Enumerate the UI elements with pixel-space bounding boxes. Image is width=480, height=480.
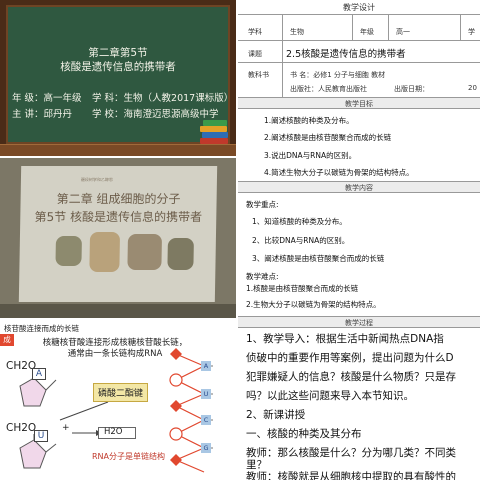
difficulty-item: 1.核酸是由核苷酸聚合而成的长链	[246, 284, 359, 293]
table-column-line	[460, 15, 461, 40]
chain-base-a: A	[201, 361, 211, 371]
key-point-item: 3、阐述核酸是由核苷酸聚合而成的长链	[252, 254, 385, 263]
textbook-label: 教科书	[248, 71, 269, 79]
key-point-item: 2、比较DNA与RNA的区别。	[252, 236, 350, 245]
goal-item: 4.简述生物大分子以碳链为骨架的结构特点。	[264, 168, 414, 177]
chalk-tray	[0, 144, 236, 156]
screen-image-3	[127, 234, 162, 270]
content-section-header: 教学内容	[238, 181, 480, 193]
process-section-header: 教学过程	[238, 316, 480, 328]
process-line: 吗？以此这些问题来导入本节知识。	[246, 390, 414, 402]
table-column-line	[352, 15, 353, 40]
screen-image-2	[89, 232, 121, 272]
table-column-line	[282, 15, 283, 97]
goal-item: 3.说出DNA与RNA的区别。	[264, 151, 357, 160]
lesson-heading: 核酸是遗传信息的携带者	[60, 61, 176, 73]
publish-date-label: 出版日期：	[394, 85, 429, 93]
grade-info: 年 级：高一年级	[12, 93, 82, 104]
books-icon	[200, 114, 230, 144]
grade-label: 年级	[360, 28, 374, 36]
screen-chapter-title: 第二章 组成细胞的分子	[56, 192, 181, 206]
publisher: 出版社：人民教育出版社	[290, 85, 367, 93]
chain-base-c: C	[201, 415, 211, 425]
key-points-title: 教学重点:	[246, 200, 279, 209]
rna-single-strand-note: RNA分子是单链结构	[92, 452, 166, 461]
chapter-heading: 第二章第5节	[88, 47, 148, 59]
teaching-design-document: 教学设计 学科 生物 年级 高一 学 课题 2.5核酸是遗传信息的携带者 教科书…	[238, 0, 480, 480]
projector-floor	[0, 304, 236, 318]
chalkboard-title-slide: 第二章第5节 核酸是遗传信息的携带者 年 级：高一年级 学 科：生物（人教201…	[0, 0, 236, 156]
screen-image-4	[167, 238, 194, 270]
row-divider	[238, 40, 480, 41]
process-line: 1、教学导入：根据生活中新闻热点DNA指	[246, 333, 444, 345]
chain-base-g: G	[201, 443, 211, 453]
chalkboard-title: 第二章第5节 核酸是遗传信息的携带者	[0, 46, 236, 74]
chain-base-u: U	[201, 389, 211, 399]
projection-screen: 疆段树学和乙醇思 第二章 组成细胞的分子 第5节 核酸是遗传信息的携带者	[18, 166, 218, 302]
process-line: 犯罪嫌疑人的信息？核酸是什么物质？只是存	[246, 371, 456, 383]
screen-section-title: 第5节 核酸是遗传信息的携带者	[34, 210, 203, 224]
process-line: 一、核酸的种类及其分布	[246, 428, 362, 440]
subject-info: 学 科：生物（人教2017课标版）	[92, 93, 234, 104]
projector-photo: 疆段树学和乙醇思 第二章 组成细胞的分子 第5节 核酸是遗传信息的携带者	[0, 158, 236, 318]
water-label: H2O	[104, 427, 123, 437]
difficulty-item: 2.生物大分子以碳链为骨架的结构特点。	[246, 300, 381, 309]
adenine-base-tag: A	[32, 368, 46, 380]
key-point-item: 1、知道核酸的种类及分布。	[252, 217, 347, 226]
screen-image-1	[55, 236, 82, 266]
uracil-base-tag: U	[34, 430, 48, 442]
goal-item: 2.阐述核酸是由核苷酸聚合而成的长链	[264, 133, 392, 142]
subject-label: 学科	[248, 28, 262, 36]
ch2oh-label-bottom: CH2O	[6, 422, 37, 434]
table-column-line	[388, 15, 389, 40]
process-line: 2、新课讲授	[246, 409, 306, 421]
subject-value: 生物	[290, 28, 304, 36]
rna-structure-slide: 核苷酸连接而成的长链 成 核糖核苷酸连接形成核糖核苷酸长链， 通常由一条长链构成…	[0, 320, 236, 480]
goal-item: 1.阐述核酸的种类及分布。	[264, 116, 354, 125]
screen-small-label: 疆段树学和乙醇思	[80, 177, 113, 182]
grade-value: 高一	[396, 28, 410, 36]
difficulty-title: 教学难点:	[246, 272, 279, 281]
plus-sign: +	[62, 423, 70, 433]
document-title: 教学设计	[238, 0, 480, 15]
process-line: 教师：那么核酸是什么？分为哪几类？不同类	[246, 447, 456, 459]
process-line: 教师：核酸就是从细胞核中提取的具有酸性的	[246, 471, 456, 480]
teacher-info: 主 讲：邱丹丹	[12, 109, 73, 120]
goals-section-header: 教学目标	[238, 97, 480, 109]
chalkboard-surface	[6, 5, 230, 144]
lesson-label: 课题	[248, 50, 262, 58]
publish-date-value: 20	[468, 84, 477, 92]
process-line: 侦破中的重要作用等案例，提出问题为什么D	[246, 352, 454, 364]
lesson-title: 2.5核酸是遗传信息的携带者	[286, 49, 406, 60]
row-divider	[238, 62, 480, 63]
book-name: 书 名：必修1 分子与细胞 教材	[290, 71, 386, 79]
phosphodiester-bond-label: 磷酸二酯键	[93, 383, 149, 402]
term-label: 学	[468, 28, 475, 36]
